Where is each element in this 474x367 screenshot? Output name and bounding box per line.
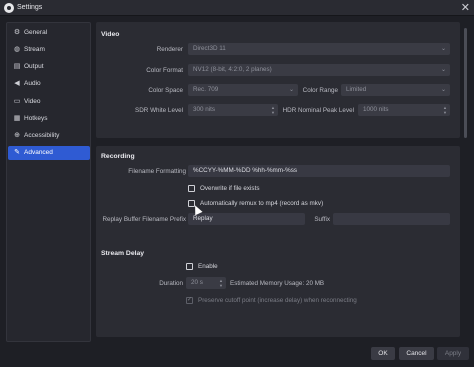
scroll-thumb[interactable] <box>464 28 467 138</box>
remux-label: Automatically remux to mp4 (record as mk… <box>200 200 324 207</box>
sidebar-item-advanced[interactable]: ✎ Advanced <box>8 146 90 160</box>
sidebar-item-output[interactable]: ▤ Output <box>8 60 90 74</box>
cancel-button[interactable]: Cancel <box>399 347 434 360</box>
overwrite-label: Overwrite if file exists <box>200 185 260 192</box>
chevron-down-icon: ⌄ <box>440 87 446 93</box>
content-scrollbar[interactable] <box>462 22 468 342</box>
enable-delay-checkbox[interactable] <box>186 263 193 270</box>
ok-button[interactable]: OK <box>371 347 395 360</box>
hdr-peak-level-value: 1000 nits <box>363 106 389 113</box>
duration-label: Duration <box>159 280 183 287</box>
spin-arrows-icon[interactable]: ▲ ▼ <box>271 105 275 115</box>
color-space-value: Rec. 709 <box>193 86 219 93</box>
settings-content: Video Renderer Direct3D 11 ⌄ Color Forma… <box>96 22 460 342</box>
apply-button[interactable]: Apply <box>437 347 469 360</box>
suffix-input[interactable] <box>333 213 450 225</box>
sidebar-item-label: Stream <box>24 46 45 53</box>
monitor-icon: ▭ <box>13 98 21 105</box>
sidebar-item-label: Advanced <box>24 149 53 156</box>
sidebar-item-hotkeys[interactable]: ▦ Hotkeys <box>8 112 90 126</box>
hdr-peak-level-label: HDR Nominal Peak Level <box>282 107 354 114</box>
enable-delay-label: Enable <box>198 263 218 270</box>
filename-formatting-label: Filename Formatting <box>128 168 186 175</box>
replay-prefix-label: Replay Buffer Filename Prefix <box>102 216 186 223</box>
spin-arrows-icon[interactable]: ▲ ▼ <box>443 105 447 115</box>
sidebar-item-stream[interactable]: ◍ Stream <box>8 43 90 57</box>
section-title-video: Video <box>101 31 120 38</box>
suffix-label: Suffix <box>314 216 330 223</box>
sidebar-item-video[interactable]: ▭ Video <box>8 95 90 109</box>
preserve-cutoff-label: Preserve cutoff point (increase delay) w… <box>198 297 357 304</box>
speaker-icon: ◀ <box>14 80 20 87</box>
keyboard-icon: ▦ <box>13 115 21 122</box>
settings-sidebar: ⚙ General ◍ Stream ▤ Output ◀ Audio ▭ Vi… <box>6 22 91 342</box>
renderer-label: Renderer <box>156 46 183 53</box>
sidebar-item-label: Audio <box>24 80 41 87</box>
filename-formatting-input[interactable]: %CCYY-%MM-%DD %hh-%mm-%ss <box>188 165 450 177</box>
chevron-down-icon: ⌄ <box>288 87 294 93</box>
sidebar-item-audio[interactable]: ◀ Audio <box>8 77 90 91</box>
color-space-select[interactable]: Rec. 709 ⌄ <box>188 84 298 96</box>
color-format-select[interactable]: NV12 (8-bit, 4:2:0, 2 planes) ⌄ <box>188 64 450 76</box>
spin-arrows-icon[interactable]: ▲ ▼ <box>219 278 223 288</box>
close-icon[interactable]: ✕ <box>461 1 470 15</box>
color-space-label: Color Space <box>148 87 183 94</box>
sdr-white-level-value: 300 nits <box>193 106 216 113</box>
globe-icon: ◍ <box>13 46 21 53</box>
color-range-select[interactable]: Limited ⌄ <box>341 84 450 96</box>
color-format-label: Color Format <box>146 67 183 74</box>
overwrite-checkbox[interactable] <box>188 185 195 192</box>
renderer-value: Direct3D 11 <box>193 45 226 52</box>
wrench-icon: ✎ <box>14 149 20 156</box>
window-title: Settings <box>17 4 43 11</box>
renderer-select[interactable]: Direct3D 11 ⌄ <box>188 43 450 55</box>
sidebar-item-general[interactable]: ⚙ General <box>8 26 90 40</box>
sidebar-item-label: General <box>24 29 48 36</box>
accessibility-icon: ⊕ <box>14 132 20 139</box>
recording-section: Recording Filename Formatting %CCYY-%MM-… <box>96 146 460 254</box>
duration-spinbox[interactable]: 20 s ▲ ▼ <box>186 277 226 289</box>
color-range-value: Limited <box>346 86 367 93</box>
color-range-label: Color Range <box>302 87 338 94</box>
memory-usage-text: Estimated Memory Usage: 20 MB <box>230 280 325 287</box>
chevron-down-icon: ⌄ <box>440 46 446 52</box>
stream-delay-section: Stream Delay Enable Duration 20 s ▲ ▼ Est… <box>96 243 460 337</box>
sidebar-item-accessibility[interactable]: ⊕ Accessibility <box>8 129 90 143</box>
section-title-stream-delay: Stream Delay <box>101 250 145 257</box>
output-icon: ▤ <box>13 63 21 70</box>
preserve-cutoff-checkbox[interactable]: ✓ <box>186 297 193 304</box>
sidebar-item-label: Output <box>24 63 44 70</box>
title-bar: Settings ✕ <box>0 0 474 16</box>
sdr-white-level-label: SDR White Level <box>135 107 183 114</box>
color-format-value: NV12 (8-bit, 4:2:0, 2 planes) <box>193 66 272 73</box>
sidebar-item-label: Hotkeys <box>24 115 48 122</box>
section-title-recording: Recording <box>101 153 135 160</box>
sdr-white-level-spinbox[interactable]: 300 nits ▲ ▼ <box>188 104 278 116</box>
replay-prefix-input[interactable]: Replay <box>188 213 305 225</box>
chevron-down-icon: ⌄ <box>440 67 446 73</box>
sidebar-item-label: Accessibility <box>24 132 60 139</box>
hdr-peak-level-spinbox[interactable]: 1000 nits ▲ ▼ <box>358 104 450 116</box>
duration-value: 20 s <box>191 279 203 286</box>
gear-icon: ⚙ <box>13 29 21 36</box>
sidebar-item-label: Video <box>24 98 41 105</box>
video-section: Video Renderer Direct3D 11 ⌄ Color Forma… <box>96 22 460 138</box>
obs-logo-icon <box>4 3 14 13</box>
